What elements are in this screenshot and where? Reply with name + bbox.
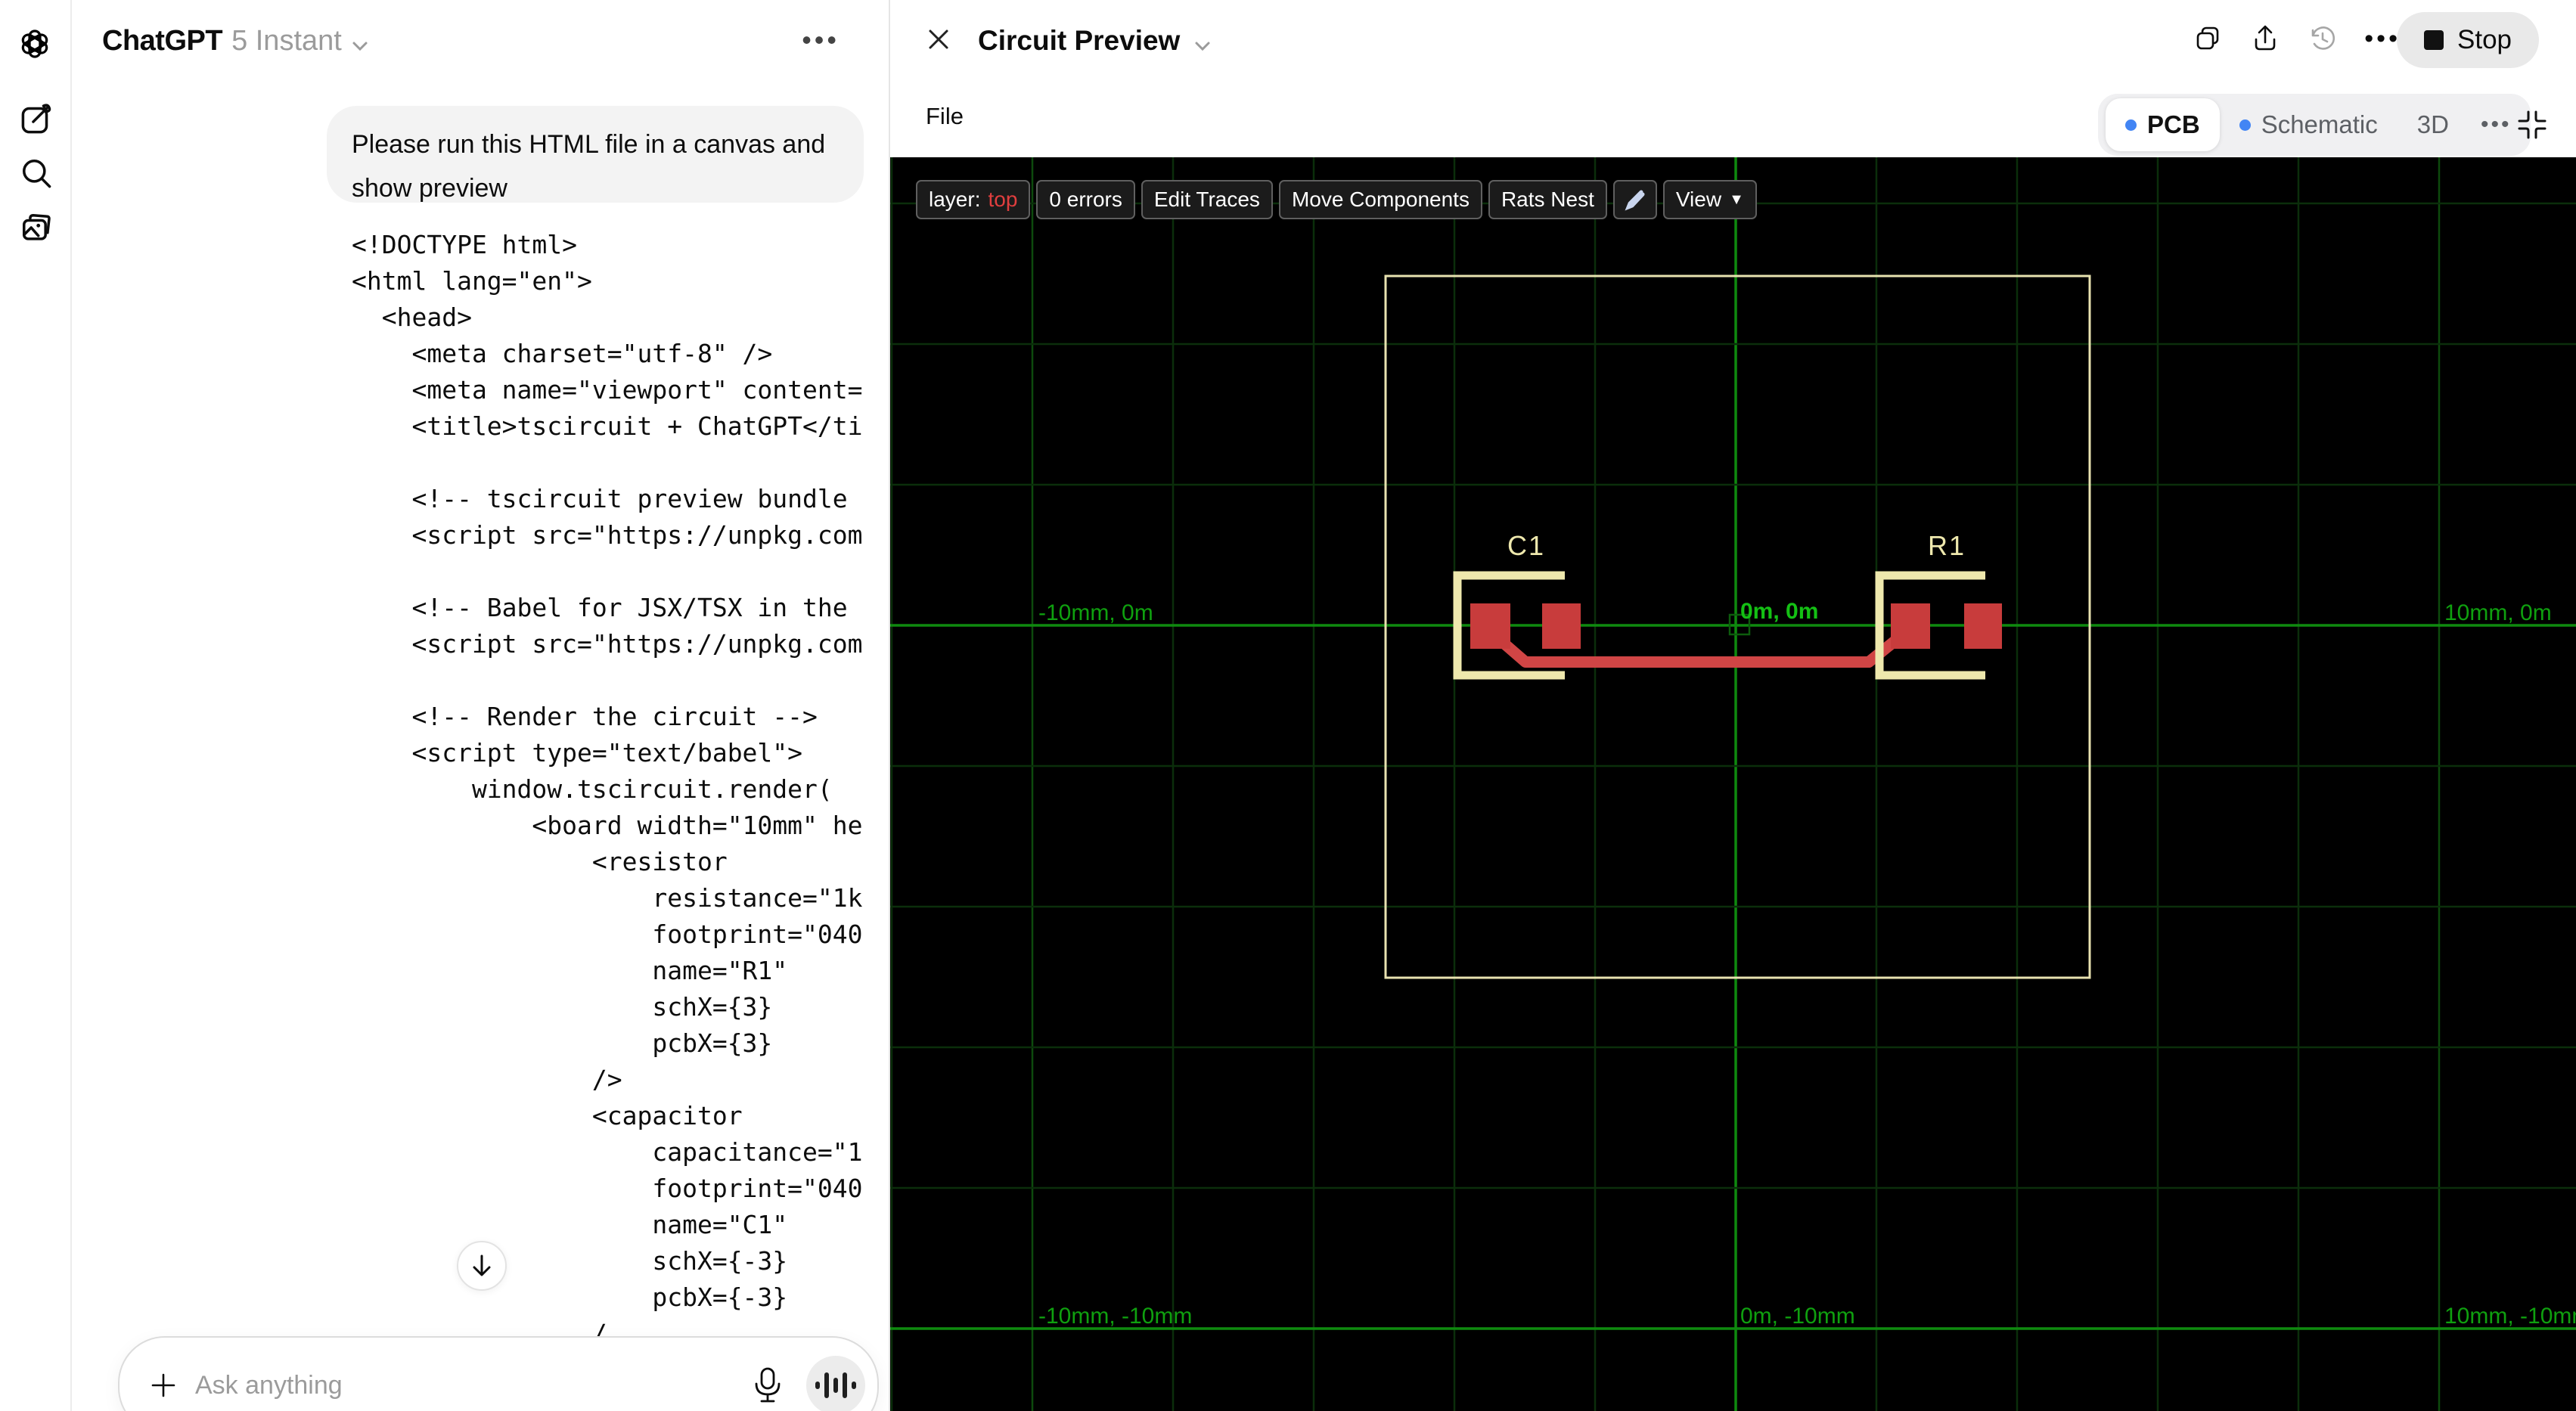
arrow-down-icon bbox=[473, 1254, 491, 1276]
pcb-toolbar: layer: top 0 errors Edit Traces Move Com… bbox=[916, 180, 1757, 219]
new-chat-icon[interactable] bbox=[19, 101, 54, 136]
tab-3d[interactable]: 3D bbox=[2398, 98, 2469, 151]
app-title: ChatGPT bbox=[102, 25, 223, 57]
canvas-more-options-icon[interactable]: ••• bbox=[2364, 24, 2401, 54]
tab-schematic[interactable]: Schematic bbox=[2220, 98, 2398, 151]
view-dropdown-button[interactable]: View ▼ bbox=[1662, 180, 1757, 219]
canvas-title-dropdown[interactable]: Circuit Preview bbox=[978, 23, 1212, 59]
microphone-icon[interactable] bbox=[750, 1366, 785, 1405]
coordinate-label: -10mm, -10mm bbox=[1038, 1304, 1192, 1329]
schematic-status-dot bbox=[2239, 119, 2251, 131]
pencil-icon bbox=[1625, 190, 1645, 211]
canvas-title: Circuit Preview bbox=[978, 25, 1181, 56]
coordinate-label: 10mm, 0m bbox=[2444, 600, 2552, 625]
attach-plus-icon[interactable] bbox=[147, 1369, 180, 1402]
stop-square-icon bbox=[2424, 30, 2444, 50]
view-mode-tabs: PCB Schematic 3D ••• bbox=[2098, 94, 2531, 156]
voice-mode-button[interactable] bbox=[806, 1356, 865, 1411]
canvas-header: Circuit Preview ••• Stop bbox=[890, 0, 2576, 79]
c1-pad2[interactable] bbox=[1542, 603, 1581, 649]
coordinate-label: 10mm, -10mm bbox=[2444, 1304, 2576, 1329]
stop-button[interactable]: Stop bbox=[2397, 12, 2539, 68]
coordinate-label: -10mm, 0m bbox=[1038, 600, 1153, 625]
sidebar-rail bbox=[0, 0, 72, 1411]
layer-button[interactable]: layer: top bbox=[916, 180, 1031, 219]
collapse-canvas-icon[interactable] bbox=[2515, 107, 2550, 142]
openai-logo-icon[interactable] bbox=[17, 26, 53, 66]
copy-icon[interactable] bbox=[2192, 23, 2224, 54]
scroll-to-bottom-button[interactable] bbox=[457, 1241, 507, 1291]
model-selector[interactable]: ChatGPT 5 Instant bbox=[102, 23, 369, 60]
pcb-drawing: C1 R1 -10mm, 0m 0m, 0m 10mm, 0m -10mm, -… bbox=[890, 157, 2576, 1411]
coordinate-label: 0m, 0m bbox=[1740, 599, 1818, 624]
search-icon[interactable] bbox=[19, 156, 54, 191]
code-block: <!DOCTYPE html> <html lang="en"> <head> <… bbox=[352, 230, 863, 1348]
move-components-button[interactable]: Move Components bbox=[1278, 180, 1482, 219]
chat-input[interactable] bbox=[195, 1370, 750, 1400]
share-icon[interactable] bbox=[2249, 23, 2281, 54]
tab-pcb[interactable]: PCB bbox=[2106, 98, 2220, 151]
pencil-tool-button[interactable] bbox=[1612, 180, 1657, 219]
dropdown-caret-icon: ▼ bbox=[1729, 191, 1744, 208]
edit-traces-button[interactable]: Edit Traces bbox=[1141, 180, 1273, 219]
chat-header: ChatGPT 5 Instant ••• bbox=[72, 0, 889, 79]
rats-nest-button[interactable]: Rats Nest bbox=[1488, 180, 1607, 219]
chat-options-icon[interactable]: ••• bbox=[802, 24, 840, 56]
pcb-status-dot bbox=[2125, 119, 2137, 131]
user-message-bubble: Please run this HTML file in a canvas an… bbox=[327, 106, 864, 203]
r1-label: R1 bbox=[1928, 530, 1966, 561]
r1-pad2[interactable] bbox=[1964, 603, 2002, 649]
message-composer bbox=[118, 1336, 879, 1411]
pcb-grid bbox=[890, 157, 2576, 1411]
c1-pad1[interactable] bbox=[1470, 603, 1510, 649]
r1-pad1[interactable] bbox=[1891, 603, 1930, 649]
chat-column: ChatGPT 5 Instant ••• Please run this HT… bbox=[72, 0, 889, 1411]
canvas-header-actions: ••• bbox=[2192, 23, 2401, 54]
pcb-canvas[interactable]: C1 R1 -10mm, 0m 0m, 0m 10mm, 0m -10mm, -… bbox=[890, 157, 2576, 1411]
chatgpt-app: ChatGPT 5 Instant ••• Please run this HT… bbox=[0, 0, 2576, 1411]
canvas-panel: Circuit Preview ••• Stop File PCB Schema… bbox=[889, 0, 2576, 1411]
chevron-down-icon bbox=[1193, 27, 1212, 59]
coordinate-label: 0m, -10mm bbox=[1740, 1304, 1855, 1329]
file-menu[interactable]: File bbox=[926, 103, 964, 130]
chevron-down-icon bbox=[351, 27, 369, 60]
close-icon[interactable] bbox=[924, 25, 953, 54]
library-icon[interactable] bbox=[19, 210, 54, 245]
model-name: 5 Instant bbox=[231, 25, 342, 57]
errors-button[interactable]: 0 errors bbox=[1036, 180, 1135, 219]
c1-label: C1 bbox=[1507, 530, 1545, 561]
history-icon[interactable] bbox=[2307, 23, 2339, 54]
